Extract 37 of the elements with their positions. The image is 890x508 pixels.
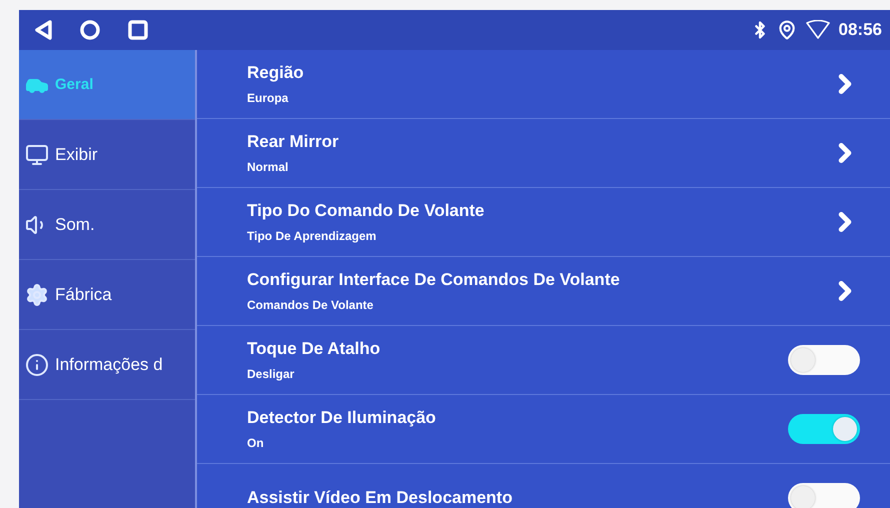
setting-row[interactable]: Região Europa <box>197 50 890 119</box>
setting-title: Região <box>247 63 305 83</box>
setting-row[interactable]: Toque De Atalho Desligar <box>197 326 890 395</box>
monitor-icon <box>25 142 49 166</box>
recents-icon[interactable] <box>127 19 149 41</box>
gear-icon <box>25 282 49 306</box>
setting-value: Europa <box>247 91 290 105</box>
setting-row[interactable]: Detector De Iluminação On <box>197 395 890 464</box>
setting-value: Comandos De Volante <box>247 298 374 312</box>
toggle-switch[interactable] <box>788 345 860 375</box>
setting-value: Desligar <box>247 367 296 381</box>
sidebar-label: Exibir <box>55 144 98 164</box>
setting-row[interactable]: Tipo Do Comando De Volante Tipo De Aprendizagem <box>197 188 890 257</box>
sidebar-label: Som. <box>55 214 95 234</box>
sidebar-label: Informações d <box>55 354 163 374</box>
setting-title: Assistir Vídeo Em Deslocamento <box>247 488 514 508</box>
setting-row[interactable]: Configurar Interface De Comandos De Volante Comandos De Volante <box>197 257 890 326</box>
toggle-switch[interactable] <box>788 414 860 444</box>
sidebar-label: Fábrica <box>55 284 112 304</box>
wifi-icon <box>804 20 831 40</box>
setting-value: Tipo De Aprendizagem <box>247 229 378 243</box>
clock-time: 08:56 <box>838 20 882 40</box>
toggle-switch[interactable] <box>788 483 860 508</box>
sidebar-label: Geral <box>55 76 94 93</box>
info-icon <box>25 352 49 376</box>
setting-title: Rear Mirror <box>247 132 340 152</box>
setting-title: Configurar Interface De Comandos De Volante <box>247 270 621 290</box>
setting-value: On <box>247 436 265 450</box>
location-icon <box>776 20 797 40</box>
setting-row[interactable]: Assistir Vídeo Em Deslocamento <box>197 464 890 508</box>
home-icon[interactable] <box>79 19 101 41</box>
setting-title: Detector De Iluminação <box>247 408 437 428</box>
setting-row[interactable]: Rear Mirror Normal <box>197 119 890 188</box>
setting-title: Toque De Atalho <box>247 339 382 359</box>
setting-title: Tipo Do Comando De Volante <box>247 201 486 221</box>
back-icon[interactable] <box>33 19 53 41</box>
setting-value: Normal <box>247 160 290 174</box>
